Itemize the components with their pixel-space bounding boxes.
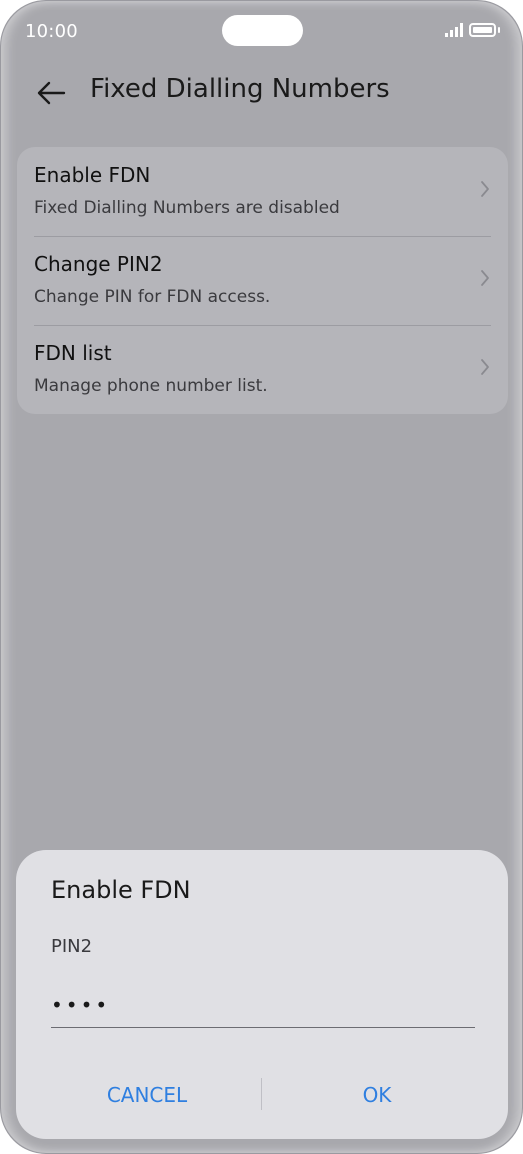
settings-item-subtitle: Change PIN for FDN access. (34, 287, 271, 307)
status-icons (445, 23, 500, 37)
settings-item-title: Change PIN2 (34, 252, 163, 276)
cancel-button[interactable]: CANCEL (32, 1070, 262, 1120)
settings-item-title: FDN list (34, 341, 112, 365)
signal-icon (445, 23, 463, 37)
pin2-label: PIN2 (51, 936, 93, 957)
phone-screen: 10:00 Fixed Dialling Numbers Enable FDN … (0, 0, 523, 1154)
back-button[interactable] (33, 75, 69, 111)
dialog-title: Enable FDN (51, 876, 191, 904)
settings-item-subtitle: Fixed Dialling Numbers are disabled (34, 198, 340, 218)
settings-item-fdn-list[interactable]: FDN list Manage phone number list. (17, 325, 508, 414)
enable-fdn-dialog: Enable FDN PIN2 CANCEL OK (16, 850, 508, 1139)
ok-button[interactable]: OK (262, 1070, 492, 1120)
chevron-right-icon (481, 270, 489, 286)
settings-item-title: Enable FDN (34, 163, 151, 187)
settings-item-change-pin2[interactable]: Change PIN2 Change PIN for FDN access. (17, 236, 508, 325)
arrow-left-icon (37, 81, 66, 105)
battery-icon (469, 23, 496, 37)
chevron-right-icon (481, 181, 489, 197)
settings-item-enable-fdn[interactable]: Enable FDN Fixed Dialling Numbers are di… (17, 147, 508, 236)
page-title: Fixed Dialling Numbers (90, 74, 390, 104)
settings-item-subtitle: Manage phone number list. (34, 376, 268, 396)
battery-tip (498, 27, 500, 33)
settings-card: Enable FDN Fixed Dialling Numbers are di… (17, 147, 508, 414)
camera-notch (222, 15, 303, 46)
chevron-right-icon (481, 359, 489, 375)
status-time: 10:00 (25, 21, 78, 42)
pin2-input[interactable] (51, 982, 475, 1028)
